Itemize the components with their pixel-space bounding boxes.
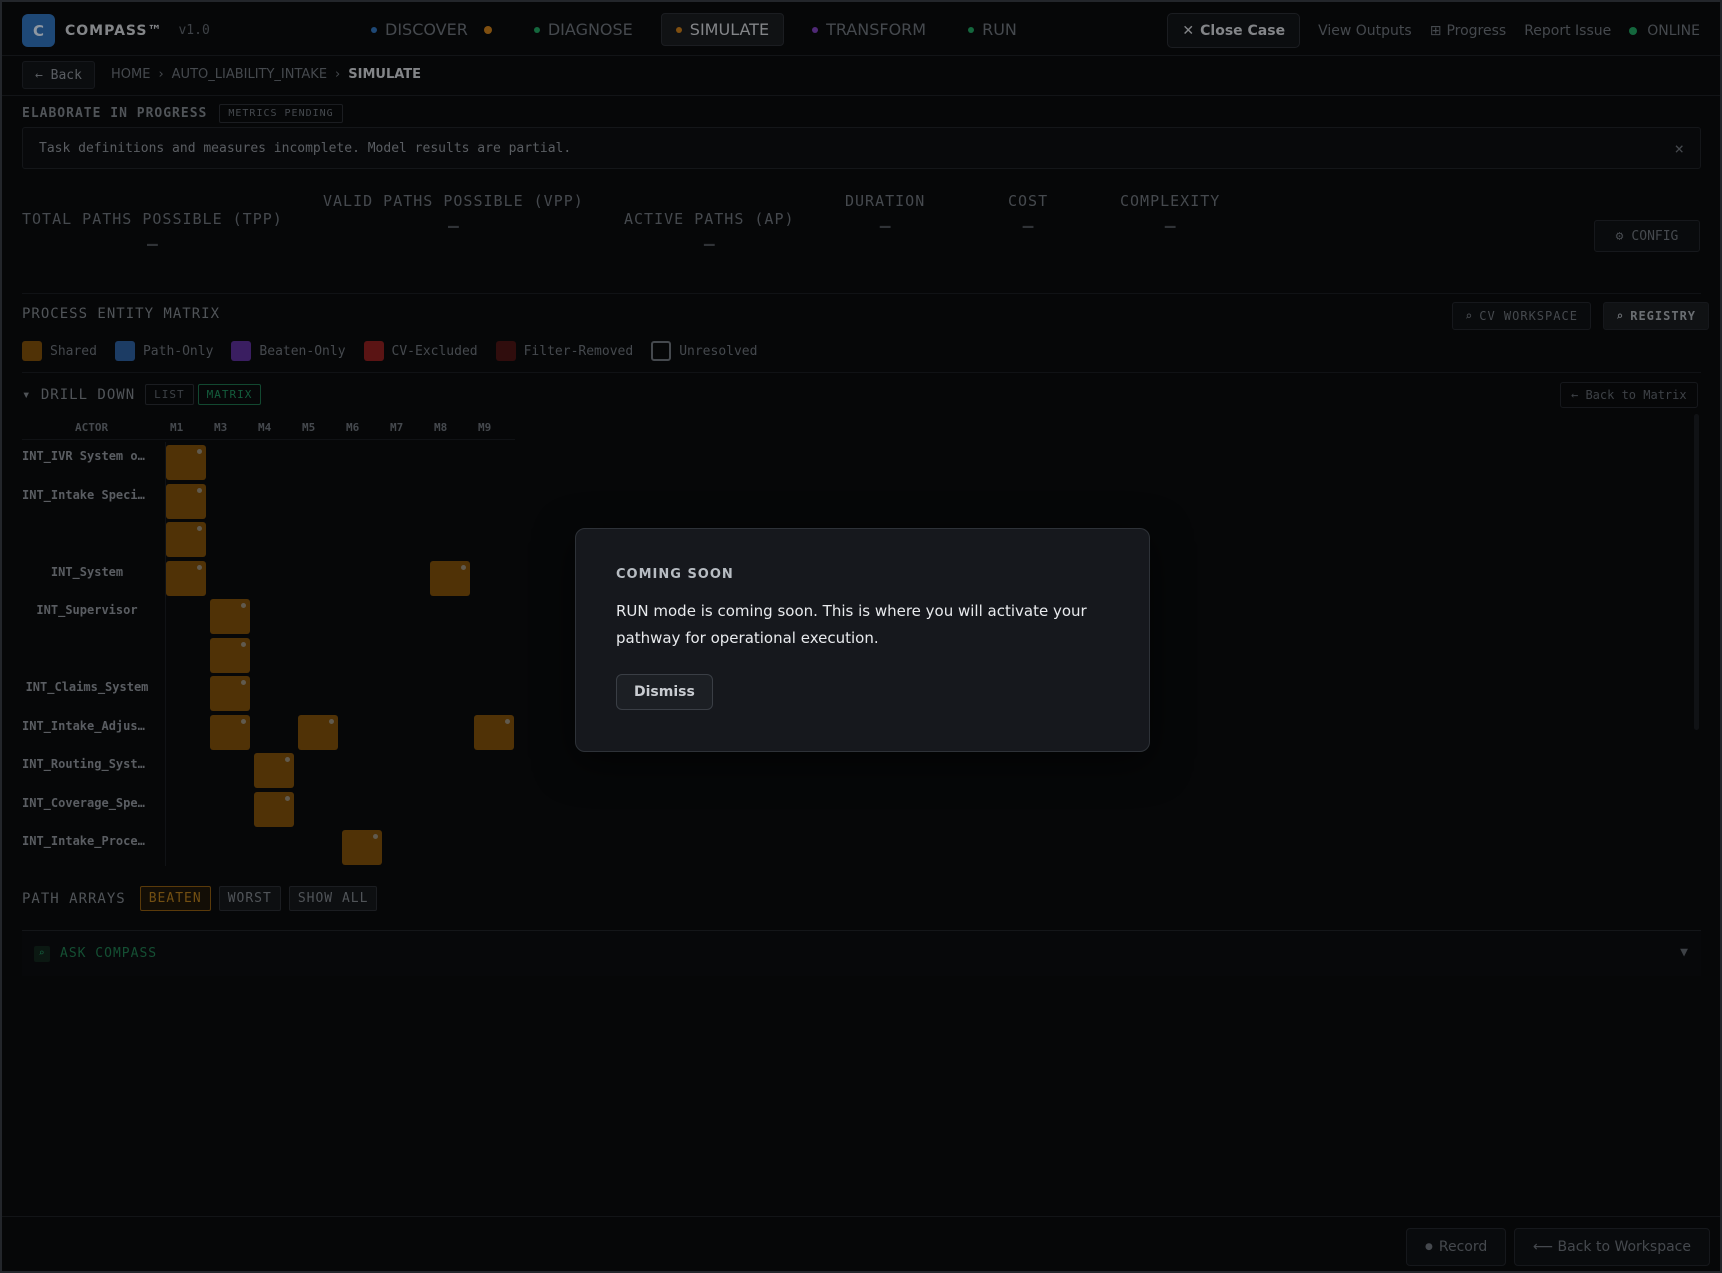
- coming-soon-dialog: COMING SOON RUN mode is coming soon. Thi…: [575, 528, 1150, 752]
- dialog-title: COMING SOON: [616, 567, 734, 582]
- dismiss-button[interactable]: Dismiss: [616, 674, 713, 710]
- dialog-message: RUN mode is coming soon. This is where y…: [616, 602, 1087, 647]
- app-window: C COMPASS™ v1.0 DISCOVER DIAGNOSE SIMULATE…: [0, 0, 1722, 1273]
